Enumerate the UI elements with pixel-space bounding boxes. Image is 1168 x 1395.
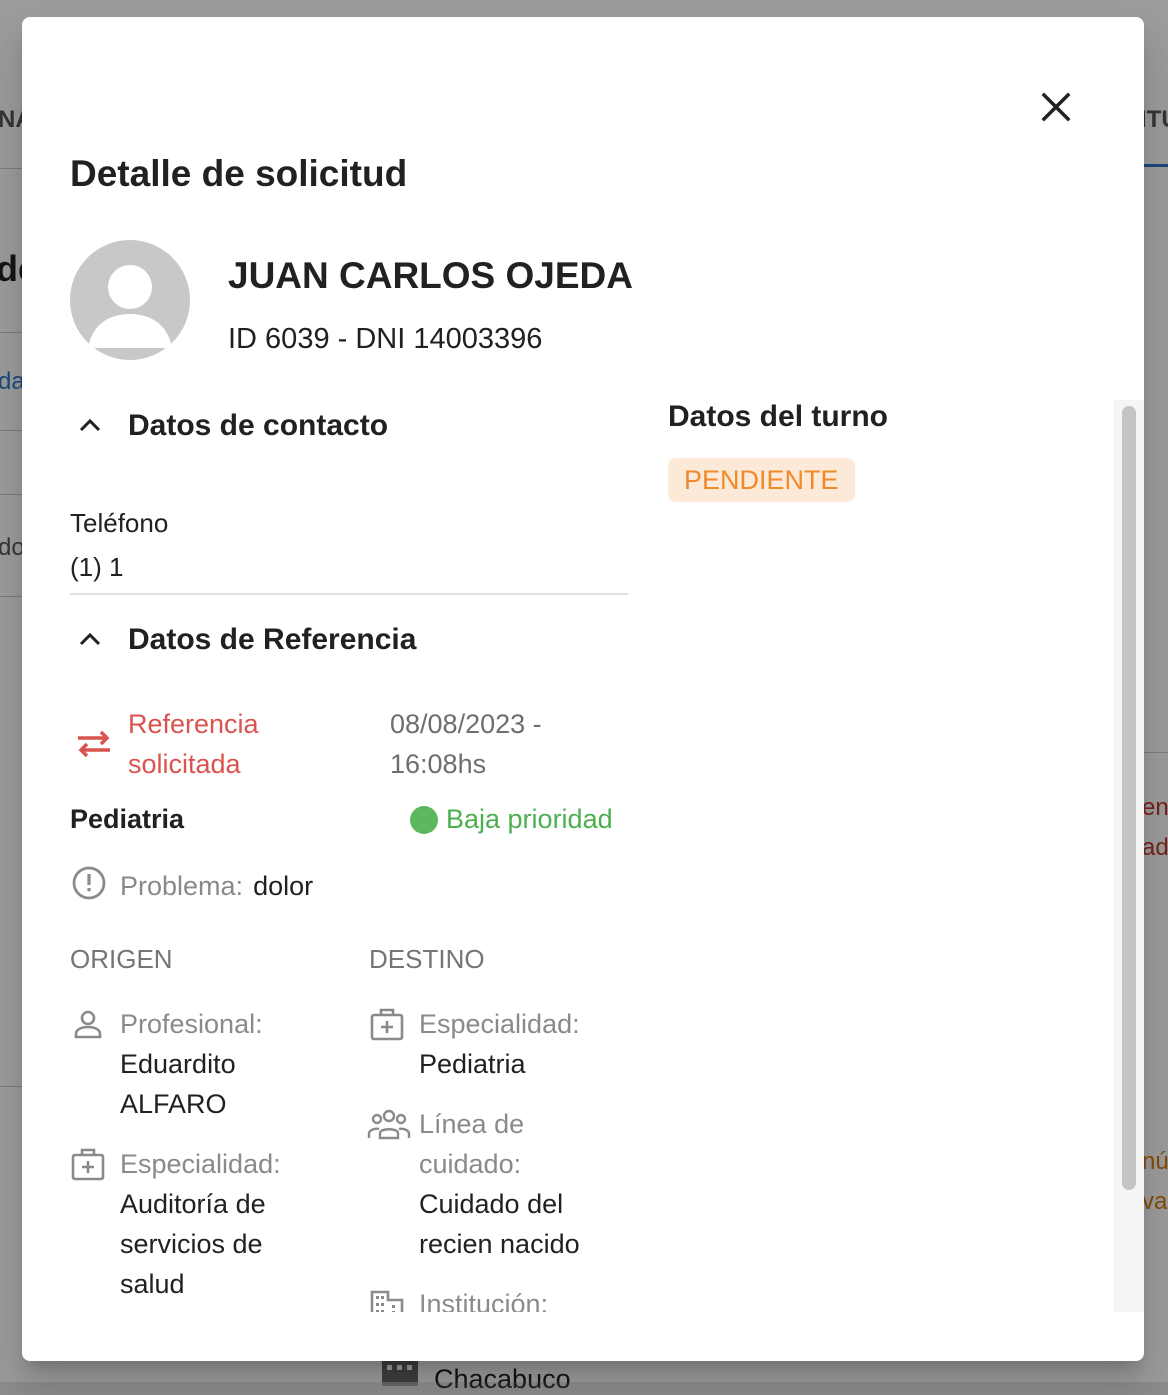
dialog-content: Datos de contacto Teléfono (1) 1 Datos d… — [22, 400, 1144, 1312]
section-divider — [70, 593, 628, 595]
alert-circle-icon — [70, 864, 108, 909]
referral-status: Referencia solicitada — [128, 709, 259, 779]
priority-indicator: Baja prioridad — [410, 804, 613, 835]
people-group-icon — [367, 1106, 411, 1142]
origin-professional: Profesional: Eduardito ALFARO — [70, 1004, 290, 1124]
person-avatar-icon — [70, 240, 190, 360]
destination-specialty-label: Especialidad: — [419, 1009, 580, 1039]
referral-specialty: Pediatria — [70, 804, 185, 834]
medical-bag-icon — [369, 1006, 405, 1042]
chevron-up-icon — [70, 620, 110, 660]
origin-professional-value: Eduardito ALFARO — [120, 1049, 236, 1119]
destination-care-line-label: Línea de cuidado: — [419, 1109, 525, 1179]
status-badge: PENDIENTE — [668, 458, 855, 502]
dialog-title: Detalle de solicitud — [70, 153, 408, 194]
priority-label: Baja prioridad — [446, 804, 613, 834]
reference-section-toggle[interactable]: Datos de Referencia — [70, 620, 416, 660]
origin-specialty-value: Auditoría de servicios de salud — [120, 1189, 266, 1299]
building-icon — [369, 1286, 405, 1312]
phone-label: Teléfono — [70, 508, 169, 538]
origin-heading: ORIGEN — [70, 944, 173, 974]
contact-section-toggle[interactable]: Datos de contacto — [70, 406, 388, 446]
phone-value: (1) 1 — [70, 552, 124, 582]
content-scrollbar[interactable] — [1114, 400, 1144, 1312]
request-detail-dialog: Detalle de solicitud JUAN CARLOS OJEDA I… — [22, 17, 1144, 1361]
destination-specialty-value: Pediatria — [419, 1049, 526, 1079]
destination-institution: Institución: — [369, 1284, 589, 1312]
problem-value: dolor — [253, 871, 314, 901]
person-icon — [70, 1006, 106, 1042]
problem-row: Problema: dolor — [70, 864, 313, 909]
contact-section-title: Datos de contacto — [128, 409, 389, 442]
swap-arrows-icon — [74, 728, 114, 765]
close-icon — [1036, 92, 1076, 131]
chevron-up-icon — [70, 406, 110, 446]
destination-specialty: Especialidad: Pediatria — [369, 1004, 589, 1084]
close-button[interactable] — [1036, 87, 1076, 127]
medical-bag-icon — [70, 1146, 106, 1182]
destination-care-line: Línea de cuidado: Cuidado del recien nac… — [367, 1104, 589, 1264]
origin-specialty-label: Especialidad: — [120, 1149, 281, 1179]
destination-institution-label: Institución: — [419, 1289, 549, 1312]
referral-date: 08/08/2023 - 16:08hs — [390, 709, 542, 779]
destination-care-line-value: Cuidado del recien nacido — [419, 1189, 580, 1259]
patient-id-dni: ID 6039 - DNI 14003396 — [228, 323, 543, 355]
patient-name: JUAN CARLOS OJEDA — [228, 255, 633, 296]
appointment-section-title: Datos del turno — [668, 400, 889, 433]
destination-heading: DESTINO — [369, 944, 485, 974]
problem-label: Problema: — [120, 871, 244, 901]
scrollbar-thumb[interactable] — [1122, 406, 1136, 1190]
reference-section-title: Datos de Referencia — [128, 623, 417, 656]
origin-professional-label: Profesional: — [120, 1009, 263, 1039]
priority-dot-icon — [410, 805, 438, 834]
origin-specialty: Especialidad: Auditoría de servicios de … — [70, 1144, 290, 1304]
